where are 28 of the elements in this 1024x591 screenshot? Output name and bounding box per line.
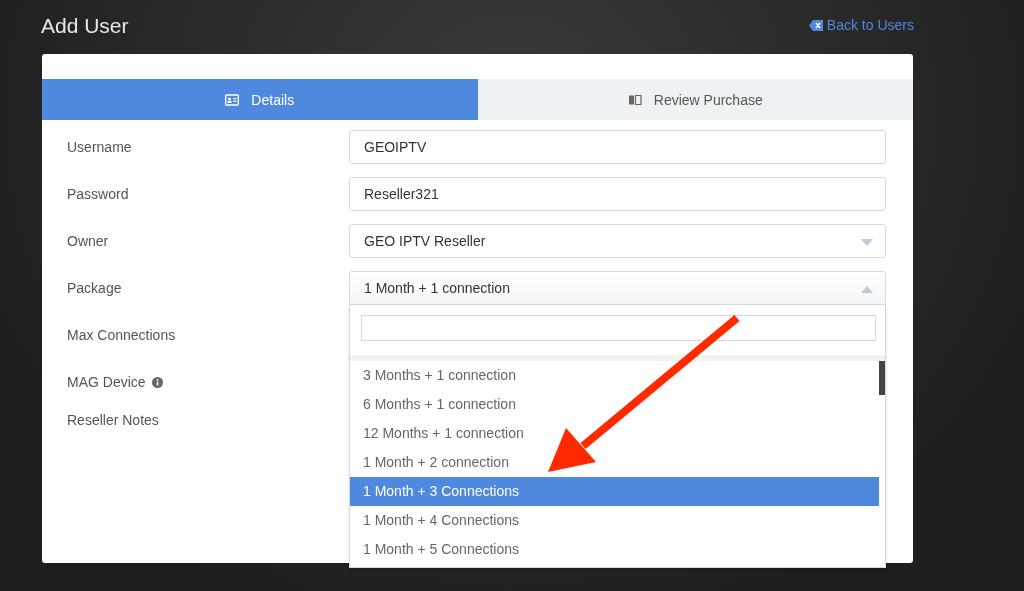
- dropdown-option[interactable]: 12 Months + 1 connection: [350, 419, 879, 448]
- scrollbar[interactable]: [879, 361, 885, 395]
- select-field[interactable]: GEO IPTV Reseller: [349, 224, 886, 258]
- field-label: Password: [67, 186, 129, 202]
- id-card-icon: [225, 93, 240, 106]
- backspace-icon: [808, 19, 823, 31]
- page-title: Add User: [41, 14, 129, 38]
- field-label: Owner: [67, 233, 109, 249]
- field-label: Package: [67, 280, 122, 296]
- dropdown-option[interactable]: 1 Month + 3 Connections: [350, 477, 879, 506]
- field-label: Username: [67, 139, 132, 155]
- tab[interactable]: Review Purchase: [477, 79, 913, 120]
- tab[interactable]: Details: [42, 79, 478, 120]
- text-field[interactable]: GEOIPTV: [349, 130, 886, 164]
- field-label: MAG Device: [67, 374, 146, 390]
- caret-icon: [861, 286, 873, 293]
- dropdown-option[interactable]: 3 Months + 1 connection: [350, 361, 879, 390]
- field-label: Reseller Notes: [67, 412, 159, 428]
- dropdown-option[interactable]: 1 Month + 5 Connections: [350, 535, 879, 564]
- search-field[interactable]: [361, 315, 876, 341]
- text-field[interactable]: Reseller321: [349, 177, 886, 211]
- dropdown-option[interactable]: 1 Month + 4 Connections: [350, 506, 879, 535]
- book-icon: [627, 93, 642, 106]
- dropdown-option[interactable]: 6 Months + 1 connection: [350, 390, 879, 419]
- dropdown-option[interactable]: 1 Month + 2 connection: [350, 448, 879, 477]
- caret-icon: [861, 239, 873, 246]
- field-label: Max Connections: [67, 327, 176, 343]
- back-link[interactable]: Back to Users: [808, 17, 914, 33]
